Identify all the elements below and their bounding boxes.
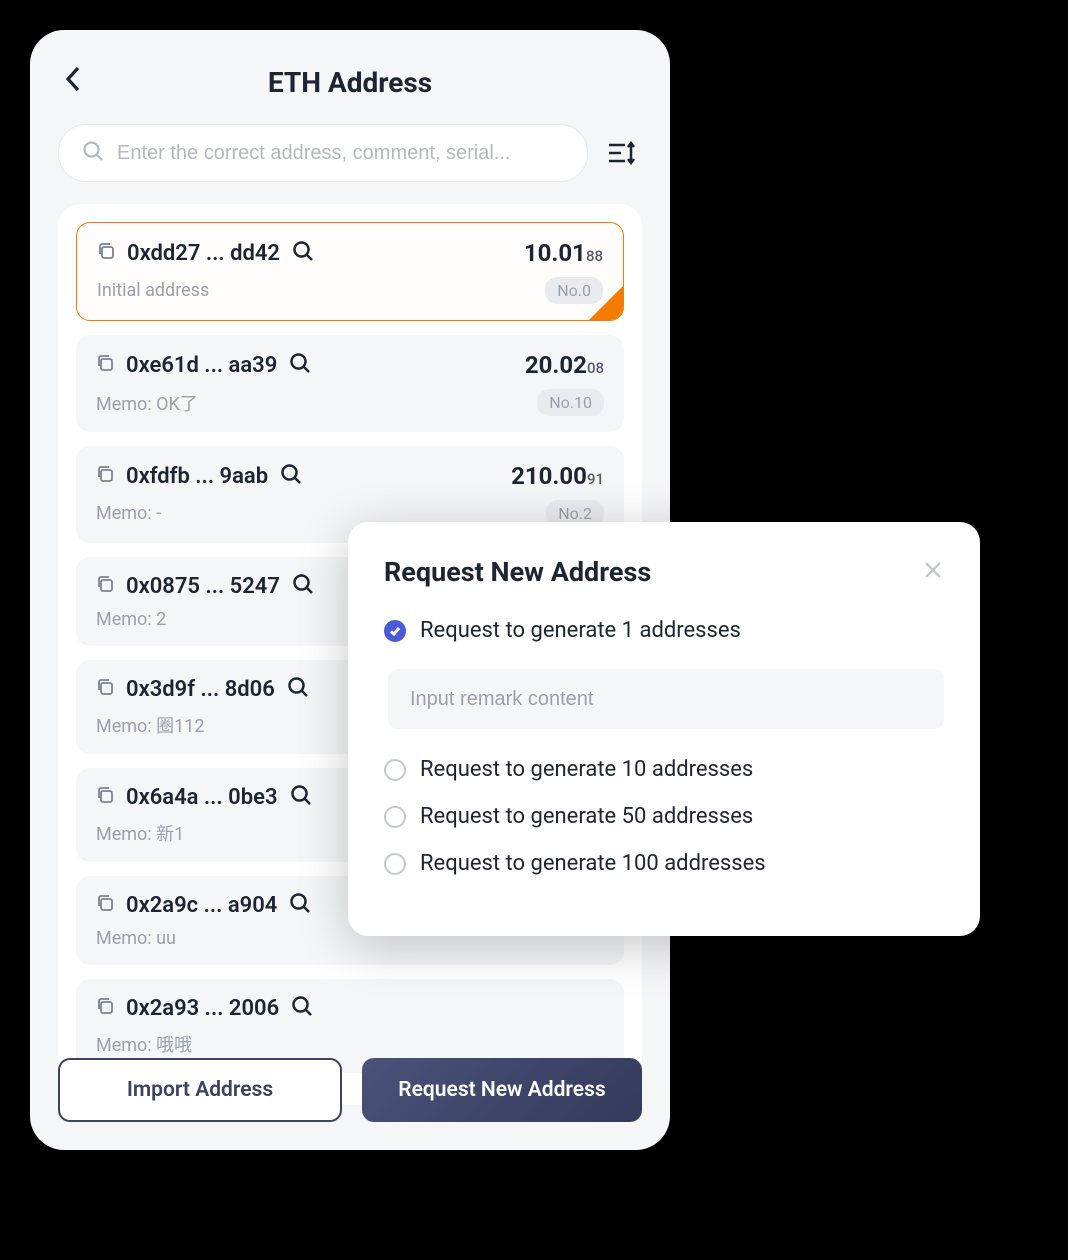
copy-icon[interactable] [96, 894, 114, 916]
memo-text: Memo: 哦哦 [96, 1031, 192, 1057]
option-label: Request to generate 1 addresses [420, 618, 741, 643]
generate-option[interactable]: Request to generate 100 addresses [384, 851, 944, 876]
modal-title: Request New Address [384, 556, 651, 588]
generate-option[interactable]: Request to generate 50 addresses [384, 804, 944, 829]
balance: 10.0188 [524, 239, 603, 267]
page-title: ETH Address [268, 66, 432, 99]
sort-button[interactable] [602, 133, 642, 173]
memo-text: Memo: 圈112 [96, 712, 204, 738]
memo-text: Memo: uu [96, 928, 176, 949]
magnify-icon[interactable] [289, 352, 311, 378]
search-input[interactable] [117, 142, 565, 165]
serial-badge: No.10 [537, 389, 604, 416]
remark-input[interactable] [388, 669, 944, 729]
magnify-icon[interactable] [292, 240, 314, 266]
option-label: Request to generate 10 addresses [420, 757, 753, 782]
option-label: Request to generate 50 addresses [420, 804, 753, 829]
import-address-button[interactable]: Import Address [58, 1058, 342, 1122]
copy-icon[interactable] [96, 678, 114, 700]
address-text: 0xe61d ... aa39 [126, 353, 277, 378]
address-item[interactable]: 0xe61d ... aa39 20.0208 Memo: OK了 No.10 [76, 335, 624, 432]
memo-text: Memo: 2 [96, 609, 166, 630]
search-row [58, 124, 642, 182]
request-new-address-button[interactable]: Request New Address [362, 1058, 642, 1122]
address-text: 0x2a9c ... a904 [126, 893, 277, 918]
copy-icon[interactable] [97, 242, 115, 264]
magnify-icon[interactable] [290, 784, 312, 810]
header: ETH Address [58, 58, 642, 106]
footer: Import Address Request New Address [58, 1058, 642, 1122]
memo-text: Memo: 新1 [96, 820, 184, 846]
address-item[interactable]: 0xdd27 ... dd42 10.0188 Initial address No.… [76, 222, 624, 321]
copy-icon[interactable] [96, 997, 114, 1019]
magnify-icon[interactable] [292, 573, 314, 599]
radio-checked-icon[interactable] [384, 620, 406, 642]
balance: 20.0208 [525, 351, 604, 379]
address-text: 0x3d9f ... 8d06 [126, 677, 275, 702]
copy-icon[interactable] [96, 786, 114, 808]
memo-text: Memo: OK了 [96, 390, 198, 416]
memo-text: Memo: - [96, 503, 161, 524]
magnify-icon[interactable] [289, 892, 311, 918]
address-text: 0x2a93 ... 2006 [126, 996, 279, 1021]
option-label: Request to generate 100 addresses [420, 851, 766, 876]
request-new-address-modal: Request New Address Request to generate … [348, 522, 980, 936]
radio-unchecked-icon[interactable] [384, 853, 406, 875]
close-icon[interactable] [922, 559, 944, 585]
search-icon [81, 139, 105, 167]
search-box[interactable] [58, 124, 588, 182]
serial-badge: No.0 [545, 277, 603, 304]
radio-unchecked-icon[interactable] [384, 806, 406, 828]
generate-option[interactable]: Request to generate 10 addresses [384, 757, 944, 782]
address-text: 0x6a4a ... 0be3 [126, 785, 278, 810]
memo-text: Initial address [97, 280, 209, 301]
magnify-icon[interactable] [287, 676, 309, 702]
address-text: 0xdd27 ... dd42 [127, 241, 280, 266]
back-button[interactable] [62, 64, 84, 98]
radio-unchecked-icon[interactable] [384, 759, 406, 781]
magnify-icon[interactable] [291, 995, 313, 1021]
address-text: 0xfdfb ... 9aab [126, 464, 268, 489]
magnify-icon[interactable] [280, 463, 302, 489]
copy-icon[interactable] [96, 465, 114, 487]
modal-header: Request New Address [384, 556, 944, 588]
balance: 210.0091 [511, 462, 604, 490]
copy-icon[interactable] [96, 575, 114, 597]
copy-icon[interactable] [96, 354, 114, 376]
generate-option[interactable]: Request to generate 1 addresses [384, 618, 944, 643]
address-text: 0x0875 ... 5247 [126, 574, 280, 599]
